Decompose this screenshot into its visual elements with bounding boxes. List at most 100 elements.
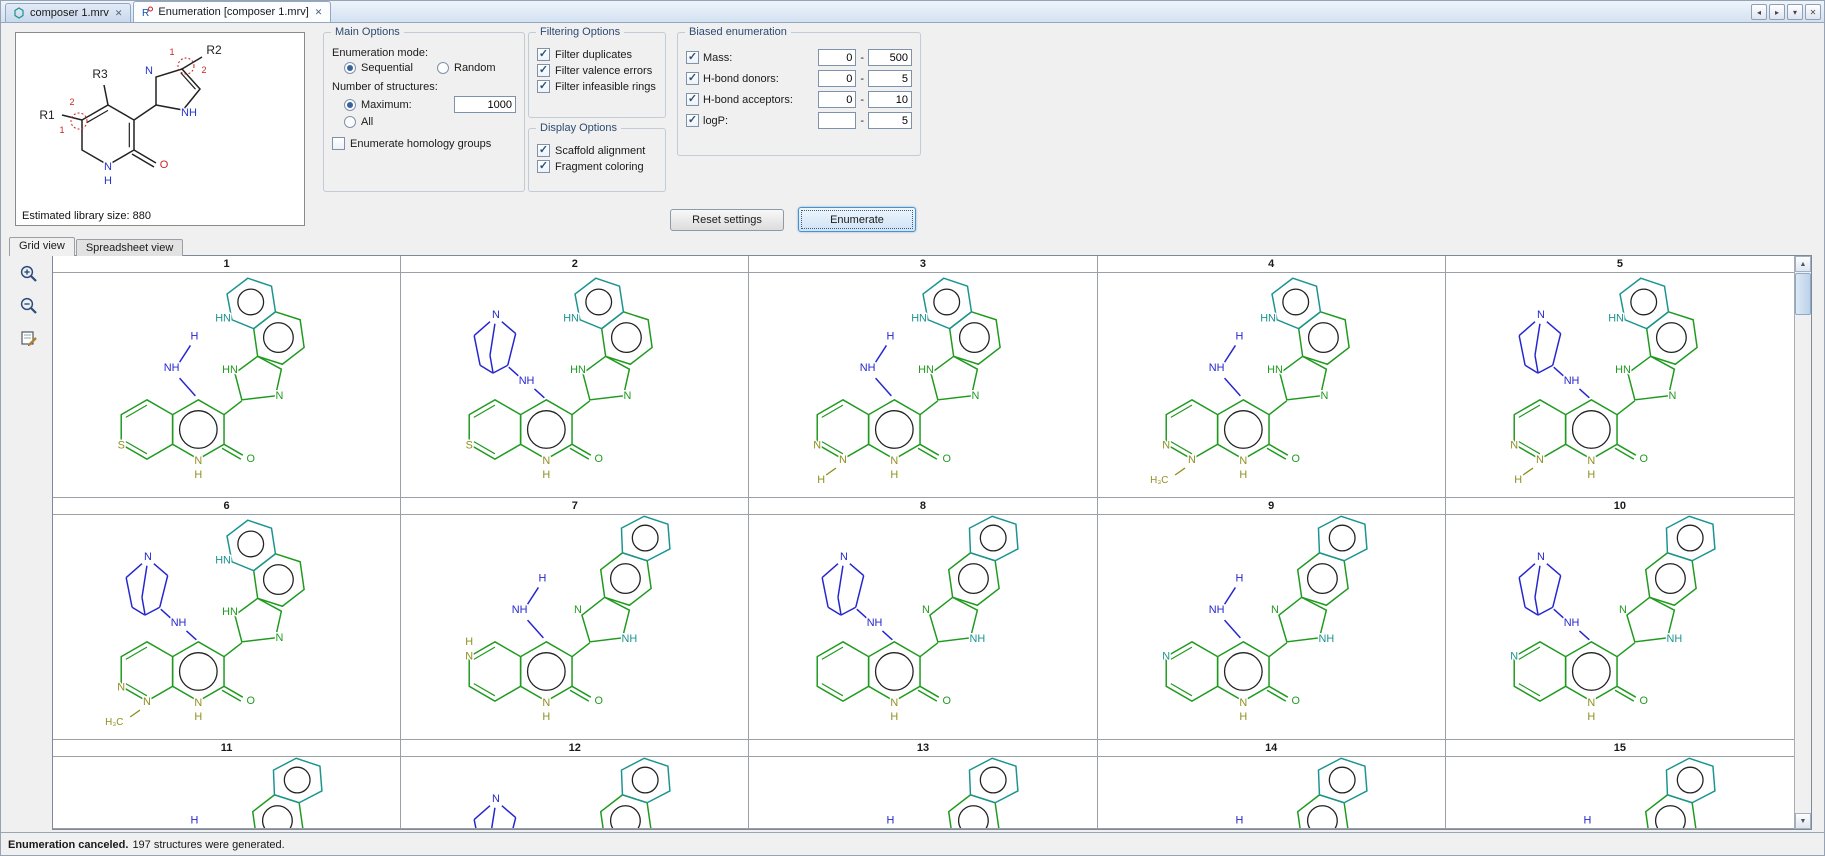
estimated-library-size: Estimated library size: 880 [22,210,151,222]
grid-cell[interactable]: 11NHONHHNHNNH [53,740,401,829]
grid-cell[interactable]: 7NHONHHNHNNH [401,498,749,740]
zoom-in-icon [19,264,39,284]
svg-text:1: 1 [59,125,64,135]
biased-checkbox-1[interactable]: ✓ [686,72,699,85]
grid-cell[interactable]: 1NHOSHNHHNNHN [53,256,401,498]
maximum-radio[interactable] [344,99,356,111]
svg-text:N: N [465,651,473,663]
structure-number: 3 [749,256,1096,273]
svg-text:N: N [1239,697,1247,709]
grid-cell[interactable]: 9NHONHNHNNH [1098,498,1446,740]
biased-min-input[interactable] [818,70,856,87]
svg-text:N: N [814,439,822,451]
close-tab-icon[interactable]: ✕ [1805,4,1821,20]
grid-cell[interactable]: 14NHONHNHNNH [1098,740,1446,829]
export-image-icon [19,328,39,348]
structure-drawing: NHONHNHNNH [1446,757,1794,829]
svg-text:NH: NH [1666,633,1682,645]
biased-checkbox-2[interactable]: ✓ [686,93,699,106]
display-1-checkbox[interactable]: ✓ [537,160,550,173]
homology-checkbox[interactable] [332,137,345,150]
close-icon[interactable]: ✕ [314,7,324,17]
grid-cell[interactable]: 15NHONHNHNNH [1446,740,1794,829]
svg-text:HN: HN [912,313,928,325]
zoom-out-button[interactable] [18,295,40,317]
tab-list-icon[interactable]: ▾ [1787,4,1803,20]
filter-1-label: Filter valence errors [555,65,652,77]
svg-text:H: H [194,469,202,481]
structure-drawing: NHONHHNHNNH [401,515,749,739]
structure-drawing: NHONHNHNNH [1098,515,1446,739]
tab-spreadsheet-view[interactable]: Spreadsheet view [76,239,183,256]
enumerate-button[interactable]: Enumerate [798,207,916,232]
svg-text:H: H [190,815,198,827]
grid-cell[interactable]: 8NHONNHNNH [749,498,1097,740]
structure-number: 5 [1446,256,1794,273]
biased-max-input[interactable] [868,112,912,129]
svg-text:NH: NH [867,617,883,629]
svg-text:HN: HN [1260,313,1276,325]
svg-text:HN: HN [1608,313,1624,325]
grid-cell[interactable]: 5NHONNHNNHHNNHN [1446,256,1794,498]
biased-max-input[interactable] [868,49,912,66]
sequential-radio[interactable] [344,62,356,74]
grid-cell[interactable]: 2NHOSNNHHNNHN [401,256,749,498]
svg-text:NH: NH [622,633,638,645]
svg-text:R2: R2 [206,43,222,57]
biased-checkbox-0[interactable]: ✓ [686,51,699,64]
display-items: ✓Scaffold alignment✓Fragment coloring [537,144,657,173]
svg-text:O: O [595,453,603,465]
filter-2-checkbox[interactable]: ✓ [537,80,550,93]
scroll-right-icon[interactable]: ▸ [1769,4,1785,20]
maximum-input[interactable] [454,96,516,113]
svg-text:NH: NH [512,604,528,616]
display-0-checkbox[interactable]: ✓ [537,144,550,157]
zoom-in-button[interactable] [18,263,40,285]
random-radio[interactable] [437,62,449,74]
filter-2-label: Filter infeasible rings [555,81,656,93]
biased-checkbox-3[interactable]: ✓ [686,114,699,127]
biased-min-input[interactable] [818,112,856,129]
svg-text:O: O [1639,453,1647,465]
group-title: Biased enumeration [685,26,791,38]
tab-grid-view[interactable]: Grid view [9,237,75,256]
svg-text:N: N [891,455,899,467]
svg-text:N: N [1162,439,1170,451]
svg-text:N: N [1668,390,1676,402]
biased-max-input[interactable] [868,91,912,108]
vertical-scrollbar[interactable]: ▲ ▼ [1794,256,1811,829]
grid-cell[interactable]: 4NHONNH₃CHNHHNNHN [1098,256,1446,498]
filter-1-checkbox[interactable]: ✓ [537,64,550,77]
filtering-options-group: Filtering Options ✓Filter duplicates✓Fil… [528,32,666,118]
grid-cell[interactable]: 12NHONHNNHNNH [401,740,749,829]
scroll-thumb[interactable] [1795,273,1811,315]
grid-cell[interactable]: 6NHONNH₃CNNHHNNHN [53,498,401,740]
biased-min-input[interactable] [818,91,856,108]
scroll-up-icon[interactable]: ▲ [1795,256,1811,272]
grid-cell[interactable]: 13NHOHNHNNH [749,740,1097,829]
export-image-button[interactable] [18,327,40,349]
biased-label: Mass: [703,52,814,64]
svg-text:H: H [465,636,473,648]
scroll-down-icon[interactable]: ▼ [1795,813,1811,829]
svg-text:N: N [891,697,899,709]
svg-text:NH: NH [164,362,180,374]
close-icon[interactable]: ✕ [114,8,124,18]
scroll-left-icon[interactable]: ◂ [1751,4,1767,20]
tab-composer[interactable]: composer 1.mrv ✕ [5,3,131,22]
grid-cell[interactable]: 10NHONNNHNNH [1446,498,1794,740]
structure-number: 12 [401,740,748,757]
scaffold-preview: NHOR3R121NHNR212 Estimated library size:… [15,32,305,226]
range-separator: - [860,73,864,85]
structure-number: 13 [749,740,1096,757]
reset-settings-button[interactable]: Reset settings [670,209,784,231]
tab-enumeration[interactable]: R Enumeration [composer 1.mrv] ✕ [133,1,331,22]
filter-0-checkbox[interactable]: ✓ [537,48,550,61]
display-options-group: Display Options ✓Scaffold alignment✓Frag… [528,128,666,192]
all-radio[interactable] [344,116,356,128]
grid-cell[interactable]: 3NHONNHHNHHNNHN [749,256,1097,498]
svg-text:O: O [943,695,951,707]
structure-drawing: NHONNH₃CNNHHNNHN [53,515,401,739]
biased-min-input[interactable] [818,49,856,66]
biased-max-input[interactable] [868,70,912,87]
